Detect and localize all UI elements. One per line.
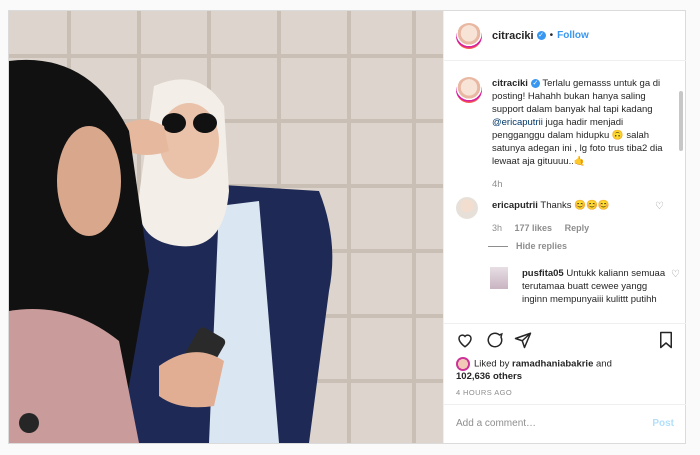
comment-body: Thanks 😊😊😊 xyxy=(540,200,610,211)
comment-item: ericaputrii Thanks 😊😊😊 ♡ 3h 177 likes Re… xyxy=(456,197,676,251)
separator-dot: • xyxy=(549,30,554,41)
author-avatar[interactable] xyxy=(456,22,482,49)
post-photo-illustration xyxy=(9,11,443,443)
caption: citraciki ✓ Terlalu gemasss untuk ga di p… xyxy=(456,77,666,191)
add-comment-input[interactable]: Add a comment… xyxy=(456,418,536,429)
add-comment-bar: Add a comment… Post xyxy=(444,404,686,444)
likes-others-count[interactable]: 102,636 others xyxy=(456,371,522,382)
caption-time: 4h xyxy=(492,179,503,190)
comments-section[interactable]: citraciki ✓ Terlalu gemasss untuk ga di p… xyxy=(444,61,686,324)
likes-and-label: and xyxy=(596,358,612,370)
liker-avatar[interactable] xyxy=(456,357,470,371)
comment-username[interactable]: ericaputrii xyxy=(492,200,538,211)
reply-username[interactable]: pusfita05 xyxy=(522,268,564,279)
caption-mention-link[interactable]: @ericaputrii xyxy=(492,117,543,128)
author-username[interactable]: citraciki xyxy=(492,30,534,42)
comment-time: 3h xyxy=(492,223,503,233)
hide-replies-button[interactable]: Hide replies xyxy=(516,241,676,251)
verified-icon: ✓ xyxy=(536,31,546,40)
reply-button[interactable]: Reply xyxy=(565,223,590,233)
post-photo[interactable] xyxy=(9,11,443,443)
caption-text: citraciki ✓ Terlalu gemasss untuk ga di p… xyxy=(492,77,666,191)
reply-avatar[interactable] xyxy=(490,267,508,289)
like-heart-icon[interactable] xyxy=(456,331,474,349)
comment-text: ericaputrii Thanks 😊😊😊 xyxy=(492,197,676,211)
reply-text: pusfita05 Untukk kaliann semuaa terutama… xyxy=(522,267,670,306)
caption-username[interactable]: citraciki xyxy=(492,78,528,89)
save-bookmark-icon[interactable] xyxy=(658,331,674,349)
comment-likes-count[interactable]: 177 likes xyxy=(515,223,553,233)
post-actions xyxy=(456,331,674,353)
likes-summary: Liked by ramadhaniabakrie and 102,636 ot… xyxy=(456,357,612,383)
comment-like-icon[interactable]: ♡ xyxy=(655,201,664,212)
post-frame: citraciki ✓ • Follow citraciki ✓ Terlalu … xyxy=(8,10,686,444)
comment-meta: 3h 177 likes Reply xyxy=(492,223,676,233)
post-time-ago[interactable]: 4 HOURS AGO xyxy=(456,388,512,397)
post-header: citraciki ✓ • Follow xyxy=(444,11,686,61)
comment-avatar[interactable] xyxy=(456,197,478,219)
comments-scrollbar[interactable] xyxy=(679,91,683,151)
caption-avatar[interactable] xyxy=(456,77,482,103)
share-send-icon[interactable] xyxy=(514,331,532,349)
verified-icon: ✓ xyxy=(530,78,540,88)
comment-bubble-icon[interactable] xyxy=(486,331,504,349)
follow-button[interactable]: Follow xyxy=(557,30,589,41)
post-comment-button[interactable]: Post xyxy=(652,418,674,429)
liked-by-label: Liked by xyxy=(474,358,510,370)
post-side-panel: citraciki ✓ • Follow citraciki ✓ Terlalu … xyxy=(443,11,686,443)
tagged-user-icon[interactable] xyxy=(19,413,39,433)
liker-username[interactable]: ramadhaniabakrie xyxy=(512,359,593,370)
reply-item: pusfita05 Untukk kaliann semuaa terutama… xyxy=(490,267,680,306)
reply-like-icon[interactable]: ♡ xyxy=(671,269,680,280)
